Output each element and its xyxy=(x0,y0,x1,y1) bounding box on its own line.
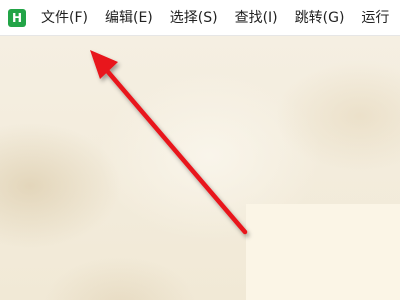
menu-run[interactable]: 运行 xyxy=(356,0,394,35)
menu-select[interactable]: 选择(S) xyxy=(165,0,223,35)
menu-goto[interactable]: 跳转(G) xyxy=(290,0,350,35)
menu-bar: H 文件(F) 编辑(E) 选择(S) 查找(I) 跳转(G) 运行 xyxy=(0,0,400,36)
menu-edit[interactable]: 编辑(E) xyxy=(100,0,158,35)
light-panel xyxy=(246,204,400,300)
menu-file[interactable]: 文件(F) xyxy=(36,0,93,35)
editor-window: H 文件(F) 编辑(E) 选择(S) 查找(I) 跳转(G) 运行 xyxy=(0,0,400,300)
app-logo-icon: H xyxy=(8,8,26,27)
menu-find[interactable]: 查找(I) xyxy=(230,0,283,35)
